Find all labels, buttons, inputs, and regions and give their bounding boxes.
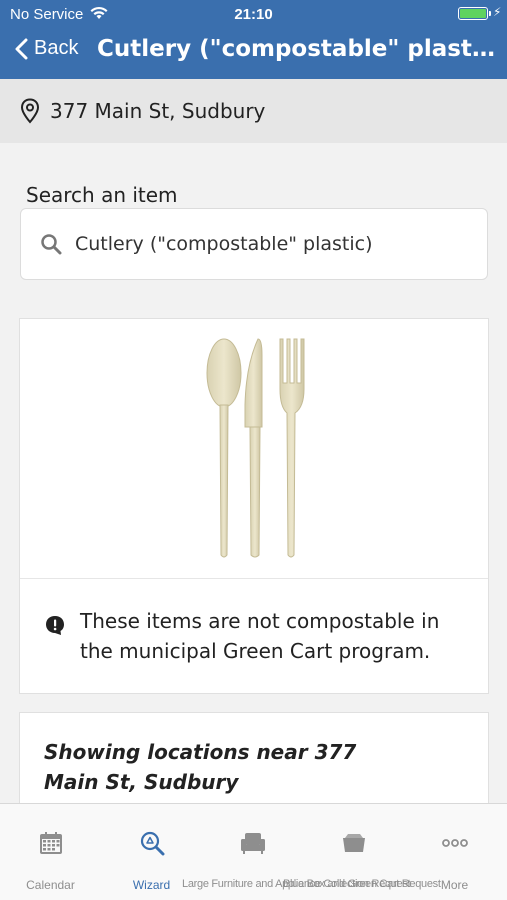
tab-label: Blue Box and Green Cart Request	[283, 878, 441, 890]
tab-more[interactable]: More	[404, 804, 505, 900]
search-icon	[41, 234, 62, 255]
armchair-icon	[241, 833, 265, 854]
more-dots-icon	[442, 839, 468, 847]
locations-heading: Showing locations near 377 Main St, Sudb…	[44, 740, 357, 794]
address-bar[interactable]: 377 Main St, Sudbury	[0, 79, 507, 143]
search-label: Search an item	[26, 183, 178, 207]
locations-card: Showing locations near 377 Main St, Sudb…	[19, 712, 489, 812]
back-label: Back	[34, 37, 79, 59]
notice-text: These items are not compostable in the m…	[80, 609, 440, 663]
search-input[interactable]	[75, 233, 455, 255]
bin-icon	[343, 834, 365, 852]
top-bar: No Service 21:10 ⚡ Back Cutlery ("compos…	[0, 0, 507, 79]
tab-blue-box-green-cart[interactable]: Blue Box and Green Cart Request	[283, 804, 441, 900]
tab-label: More	[440, 878, 469, 892]
page-title: Cutlery ("compostable" plastic)	[97, 36, 495, 62]
recycle-search-icon	[140, 831, 165, 856]
compost-notice: These items are not compostable in the m…	[20, 580, 488, 694]
clock: 21:10	[234, 6, 273, 23]
status-bar: No Service 21:10 ⚡	[0, 0, 507, 28]
battery-icon	[458, 7, 491, 20]
tab-bar: Calendar Wizard Large Furniture and Appl…	[0, 803, 507, 900]
tab-label: Calendar	[26, 878, 75, 892]
charging-icon: ⚡	[493, 5, 502, 19]
search-field[interactable]	[20, 208, 488, 280]
compostable-cutlery-image	[206, 338, 305, 558]
calendar-icon	[40, 832, 62, 854]
address-text: 377 Main St, Sudbury	[50, 99, 266, 123]
item-card: These items are not compostable in the m…	[19, 318, 489, 694]
alert-icon	[46, 616, 64, 635]
back-button[interactable]: Back	[14, 37, 78, 60]
location-pin-icon	[20, 98, 40, 124]
navigation-bar: Back Cutlery ("compostable" plastic)	[0, 28, 507, 79]
chevron-left-icon	[15, 38, 28, 59]
item-image	[20, 319, 488, 579]
tab-calendar[interactable]: Calendar	[0, 804, 101, 900]
